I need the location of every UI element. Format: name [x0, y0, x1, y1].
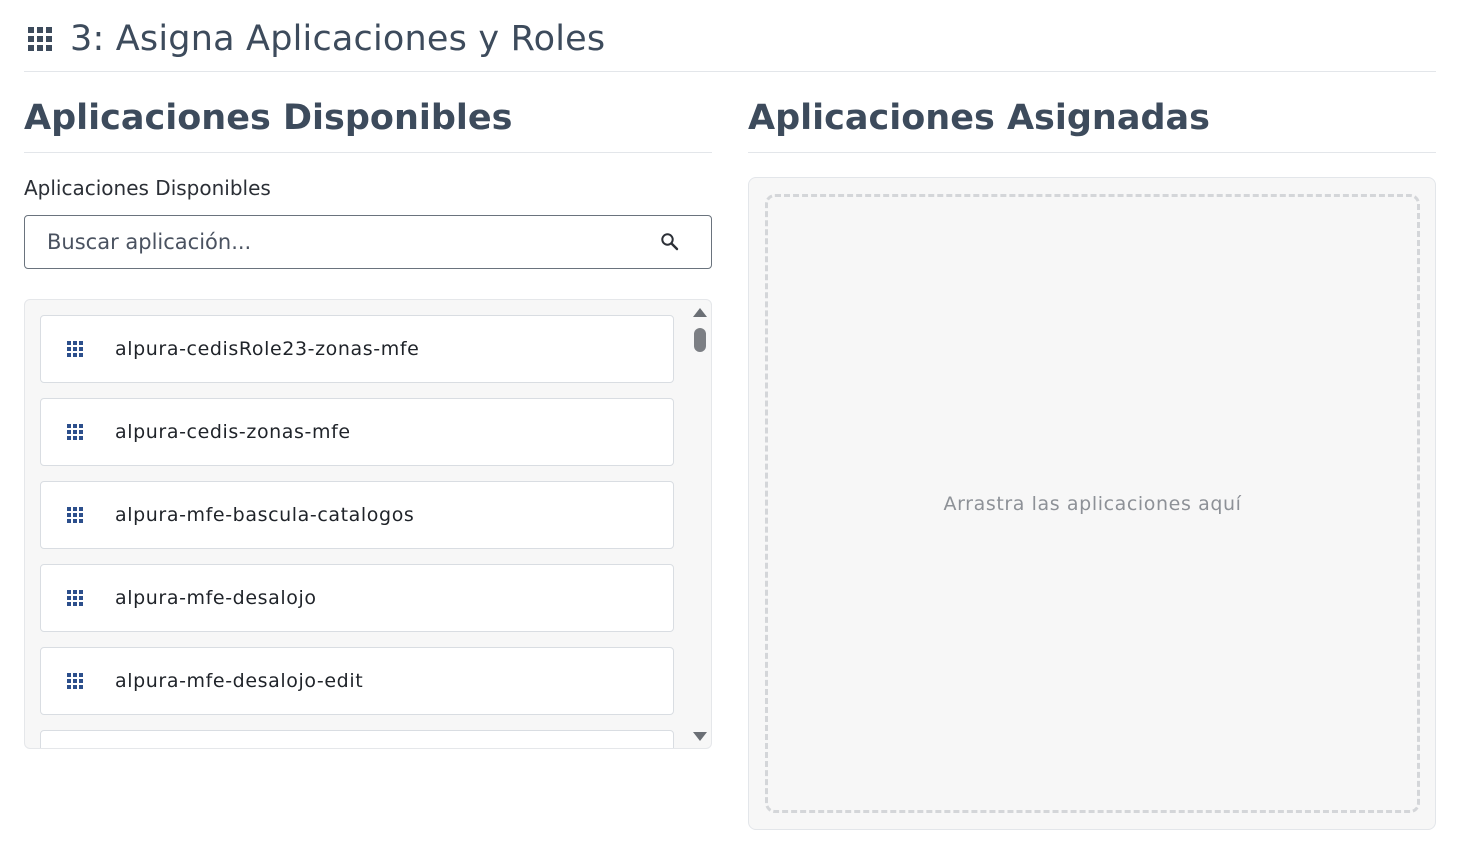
search-input[interactable] [47, 222, 659, 262]
app-name: alpura-cedisRole23-zonas-mfe [115, 338, 420, 360]
drag-grid-icon [67, 672, 84, 690]
drop-zone[interactable]: Arrastra las aplicaciones aquí [765, 194, 1420, 813]
assigned-apps-panel: Arrastra las aplicaciones aquí [748, 177, 1436, 830]
drag-grid-icon [67, 589, 84, 607]
search-icon[interactable] [659, 231, 681, 253]
section-header: 3: Asigna Aplicaciones y Roles [24, 14, 1436, 72]
scrollbar[interactable] [690, 300, 710, 748]
scroll-down-arrow-icon[interactable] [693, 732, 707, 741]
scroll-thumb[interactable] [694, 328, 706, 352]
search-field[interactable] [24, 215, 712, 269]
list-item[interactable]: alpura-mfe-desalojo [40, 564, 674, 632]
app-name: alpura-mfe-bascula-catalogos [115, 504, 415, 526]
step-title: 3: Asigna Aplicaciones y Roles [70, 19, 606, 59]
app-assignment-step: 3: Asigna Aplicaciones y Roles Aplicacio… [0, 0, 1471, 841]
list-item[interactable]: alpura-cedis-zonas-mfe [40, 398, 674, 466]
apps-grid-icon [28, 27, 54, 53]
available-apps-list[interactable]: alpura-cedisRole23-zonas-mfe alpura-cedi… [24, 299, 712, 749]
drag-grid-icon [67, 340, 84, 358]
app-name: alpura-cedis-zonas-mfe [115, 421, 351, 443]
list-item[interactable]: alpura-cedisRole23-zonas-mfe [40, 315, 674, 383]
scroll-up-arrow-icon[interactable] [693, 308, 707, 317]
drop-hint: Arrastra las aplicaciones aquí [943, 492, 1242, 515]
assigned-apps-heading: Aplicaciones Asignadas [748, 92, 1436, 153]
drag-grid-icon [67, 506, 84, 524]
app-name: alpura-mfe-desalojo-edit [115, 670, 364, 692]
available-apps-heading: Aplicaciones Disponibles [24, 92, 712, 153]
list-item[interactable]: alpura-mfe-desalojo-edit [40, 647, 674, 715]
drag-grid-icon [67, 423, 84, 441]
list-item[interactable]: alpura-mfe-bascula-catalogos [40, 481, 674, 549]
app-name: alpura-mfe-desalojo [115, 587, 317, 609]
available-apps-field-label: Aplicaciones Disponibles [24, 176, 271, 200]
list-item-partial[interactable] [40, 730, 674, 748]
